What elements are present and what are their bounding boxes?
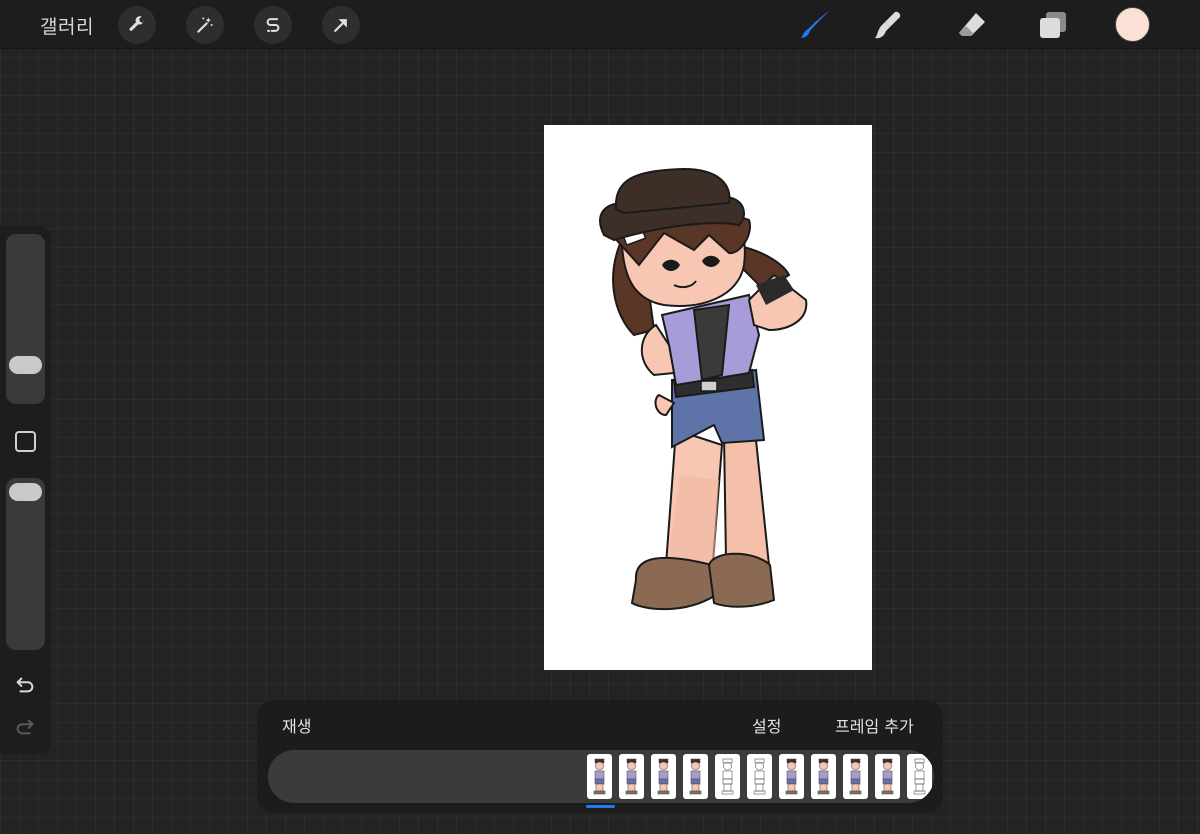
opacity-knob[interactable]	[9, 483, 42, 501]
brush-size-knob[interactable]	[9, 356, 42, 374]
actions-button[interactable]	[118, 6, 156, 44]
add-frame-button[interactable]: 프레임 추가	[835, 713, 914, 737]
layers-tool[interactable]	[1035, 7, 1071, 43]
wrench-icon	[129, 16, 144, 31]
frame-thumbnail[interactable]	[715, 754, 740, 799]
frame-thumbnail[interactable]	[683, 754, 708, 799]
gallery-button[interactable]: 갤러리	[40, 12, 94, 39]
brush-tool[interactable]	[797, 7, 833, 43]
frame-thumbnail[interactable]	[587, 754, 612, 799]
left-sidebar	[0, 226, 51, 754]
frame-timeline[interactable]	[268, 750, 934, 803]
animation-assist-panel: 재생 설정 프레임 추가	[257, 700, 943, 813]
selection-button[interactable]	[254, 6, 292, 44]
brush-size-slider[interactable]	[6, 234, 45, 404]
opacity-slider[interactable]	[6, 478, 45, 650]
transform-arrow-icon	[334, 19, 347, 32]
brush-icon	[801, 11, 829, 38]
frame-thumbnail[interactable]	[843, 754, 868, 799]
eraser-tool[interactable]	[954, 7, 990, 43]
selection-s-icon	[266, 18, 280, 32]
selected-frame-indicator	[586, 805, 615, 808]
adjustments-button[interactable]	[186, 6, 224, 44]
play-button[interactable]: 재생	[282, 713, 311, 737]
modify-button[interactable]	[15, 431, 36, 452]
frame-thumbnail[interactable]	[619, 754, 644, 799]
transform-button[interactable]	[322, 6, 360, 44]
undo-button[interactable]	[13, 673, 37, 697]
frame-thumbnail[interactable]	[651, 754, 676, 799]
redo-icon	[16, 719, 34, 735]
frame-thumbnail[interactable]	[747, 754, 772, 799]
frame-thumbnail[interactable]	[875, 754, 900, 799]
settings-button[interactable]: 설정	[752, 713, 781, 737]
smudge-tool[interactable]	[869, 7, 905, 43]
redo-button[interactable]	[13, 715, 37, 739]
eraser-icon	[959, 13, 985, 36]
layers-icon	[1040, 12, 1066, 38]
undo-icon	[16, 677, 34, 693]
frame-thumbnail[interactable]	[907, 754, 932, 799]
smudge-icon	[875, 11, 901, 39]
frame-thumbnail[interactable]	[779, 754, 804, 799]
drawing-canvas[interactable]	[544, 125, 872, 670]
frame-thumbnail[interactable]	[811, 754, 836, 799]
top-toolbar: 갤러리	[0, 0, 1200, 49]
character-illustration	[599, 167, 808, 611]
color-picker-button[interactable]	[1115, 7, 1150, 42]
magic-wand-icon	[197, 17, 213, 33]
frame-list	[587, 754, 932, 799]
